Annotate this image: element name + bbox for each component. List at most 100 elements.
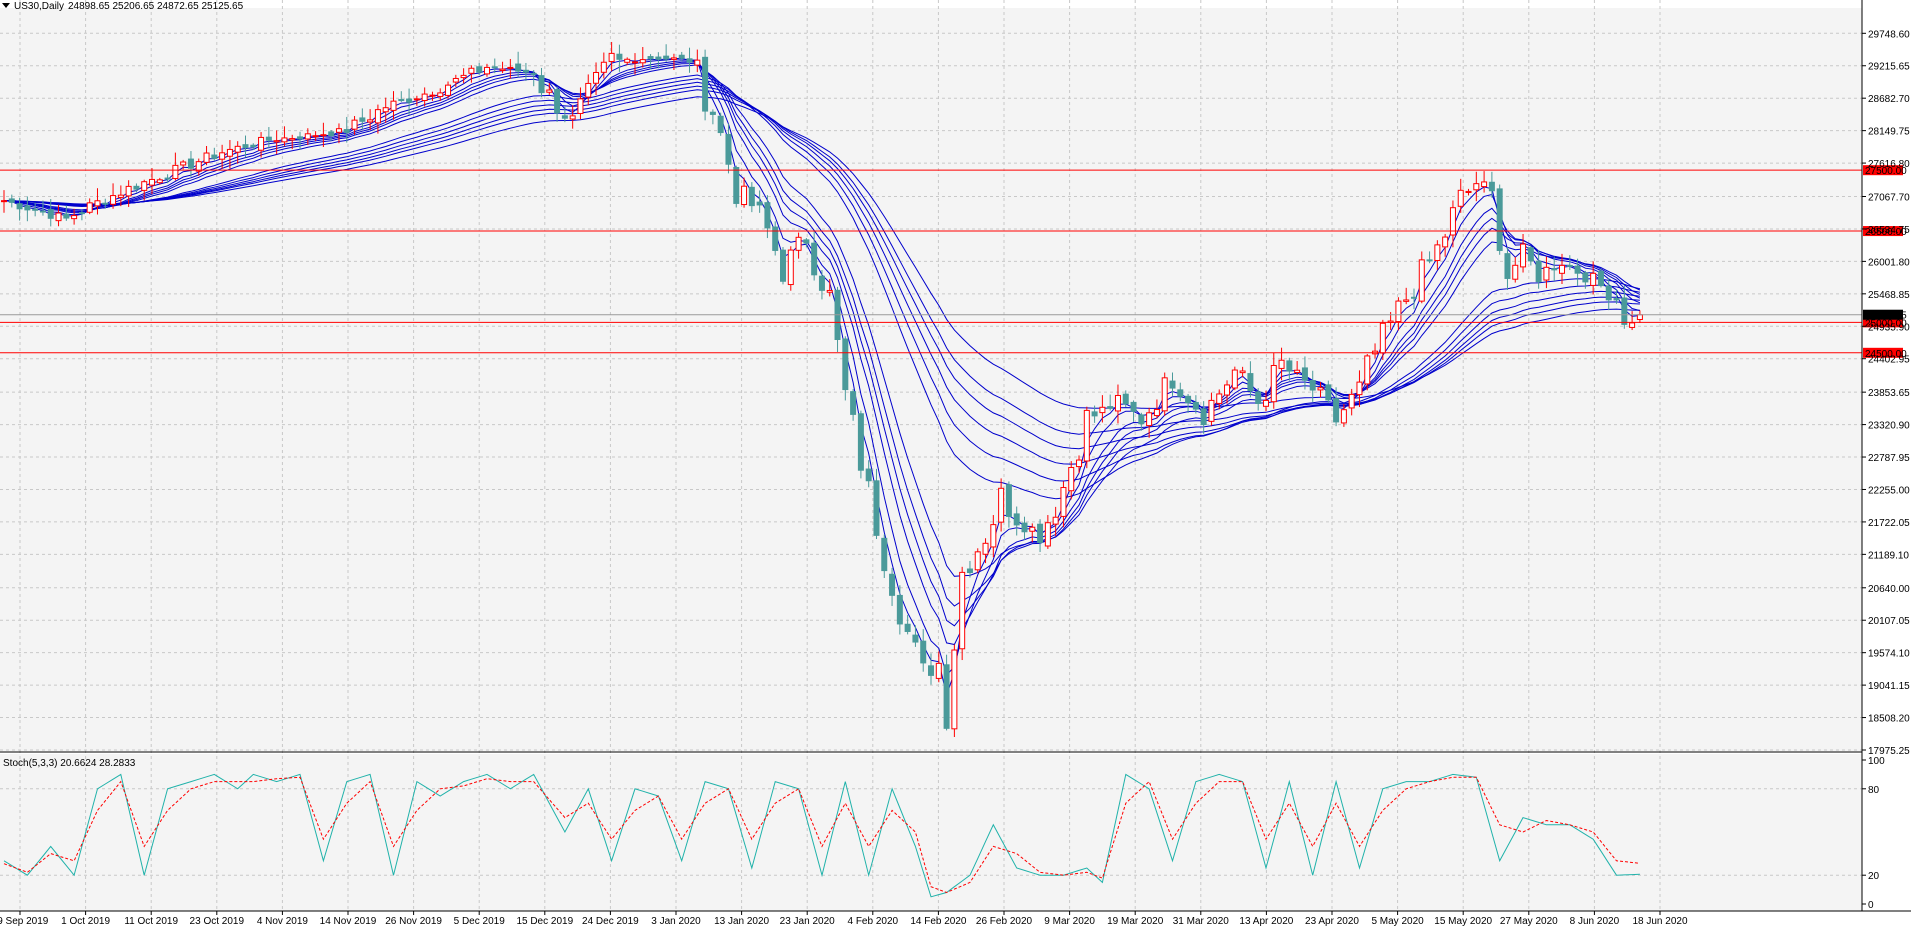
candle-body	[1574, 265, 1581, 274]
candle-body	[1044, 522, 1051, 547]
candle-body	[1146, 412, 1153, 427]
candle-body	[1551, 268, 1558, 271]
candle-body	[367, 119, 374, 123]
candle-body	[1559, 264, 1565, 274]
candle-body	[538, 75, 545, 94]
candle-body	[1356, 381, 1363, 396]
candle-body	[1473, 183, 1480, 191]
candle-body	[406, 98, 413, 103]
candle-body	[818, 275, 825, 291]
candle-body	[94, 200, 101, 207]
candle-body	[1185, 395, 1192, 404]
candle-body	[1122, 393, 1129, 405]
candle-body	[47, 209, 54, 219]
price-tick-label: 22787.95	[1868, 453, 1910, 464]
candle-body	[522, 69, 529, 73]
candle-body	[55, 212, 62, 222]
candle-body	[1278, 359, 1285, 369]
candle-body	[1348, 393, 1355, 409]
main-plot-area[interactable]	[0, 8, 1862, 751]
candle-body	[460, 74, 467, 79]
candle-body	[71, 215, 78, 220]
candle-body	[1301, 367, 1308, 381]
candle-body	[1527, 247, 1534, 262]
candle-body	[546, 89, 553, 93]
time-tick-label: 8 Jun 2020	[1570, 916, 1620, 927]
candle-body	[974, 551, 981, 571]
candle-body	[1364, 355, 1371, 385]
candle-body	[694, 59, 701, 66]
candle-body	[889, 573, 896, 596]
candle-body	[234, 145, 241, 153]
candle-body	[1636, 314, 1643, 320]
candle-body	[569, 115, 576, 120]
price-tick-label: 29215.65	[1868, 62, 1910, 73]
osc-tick-label: 100	[1868, 756, 1885, 767]
candle-body	[881, 537, 888, 572]
current-price-label: 25125.65	[1865, 311, 1907, 322]
candle-body	[320, 134, 327, 137]
candle-body	[382, 107, 389, 113]
candle-body	[624, 58, 631, 63]
candle-body	[312, 135, 319, 138]
candle-body	[1333, 398, 1340, 423]
candle-body	[1379, 322, 1386, 354]
candle-body	[1192, 401, 1199, 410]
candle-body	[1504, 253, 1511, 279]
price-tick-label: 24935.90	[1868, 322, 1910, 333]
candle-body	[250, 144, 257, 148]
candle-body	[476, 66, 483, 73]
candle-body	[1629, 322, 1636, 328]
candle-body	[16, 203, 23, 210]
price-tick-label: 21189.10	[1868, 550, 1909, 561]
candle-body	[647, 56, 654, 60]
candle-body	[429, 94, 436, 97]
price-tick-label: 22255.00	[1868, 485, 1910, 496]
candle-body	[764, 202, 771, 229]
candle-body	[1613, 297, 1620, 301]
candle-body	[172, 164, 179, 179]
candle-body	[733, 167, 740, 204]
price-tick-label: 26534.75	[1868, 225, 1910, 236]
candle-body	[1512, 264, 1519, 280]
candle-body	[265, 136, 272, 141]
price-tick-label: 21722.05	[1868, 518, 1910, 529]
candle-body	[1442, 236, 1449, 248]
candle-body	[297, 136, 304, 140]
candle-body	[1621, 297, 1628, 325]
candle-body	[1325, 384, 1332, 401]
candle-body	[219, 152, 226, 160]
candle-body	[203, 152, 210, 163]
candle-body	[1060, 487, 1067, 517]
candle-body	[1177, 389, 1184, 397]
candle-body	[787, 249, 794, 286]
candle-body	[359, 117, 366, 122]
candle-body	[959, 571, 966, 650]
chart-svg[interactable]: 27500.0026500.0025000.0024500.0025125.65…	[0, 0, 1911, 931]
price-tick-label: 20107.05	[1868, 616, 1910, 627]
time-tick-label: 27 May 2020	[1500, 916, 1558, 927]
time-tick-label: 13 Apr 2020	[1239, 916, 1293, 927]
trading-chart[interactable]: 27500.00 26500.00 25000.00 24500.00 25125.65…	[0, 0, 1911, 931]
candle-body	[600, 61, 607, 73]
candle-body	[616, 53, 623, 60]
candle-body	[912, 634, 919, 643]
candle-body	[1130, 401, 1137, 412]
candle-body	[180, 161, 187, 166]
candle-body	[1107, 406, 1114, 409]
candle-body	[608, 52, 615, 62]
candle-body	[702, 56, 709, 112]
candle-body	[125, 185, 132, 197]
candle-body	[102, 202, 109, 205]
candle-body	[748, 186, 755, 207]
candle-body	[398, 99, 405, 102]
candle-body	[678, 54, 685, 59]
candle-body	[1013, 513, 1020, 526]
candle-body	[709, 111, 716, 115]
price-tick-label: 19574.10	[1868, 649, 1910, 660]
candle-body	[1426, 259, 1433, 262]
candle-body	[374, 109, 381, 124]
time-tick-label: 31 Mar 2020	[1173, 916, 1230, 927]
candle-body	[1395, 300, 1402, 323]
candle-body	[258, 136, 265, 151]
